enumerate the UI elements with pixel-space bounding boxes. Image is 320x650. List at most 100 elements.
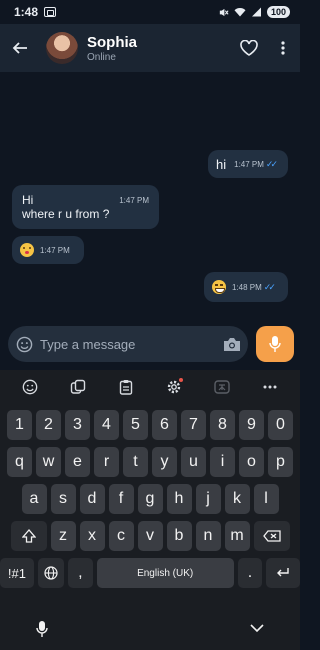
key[interactable]: g xyxy=(137,484,163,514)
microphone-icon xyxy=(36,621,48,637)
enter-key[interactable] xyxy=(266,558,300,588)
smiley-icon xyxy=(22,379,38,395)
emoji-button[interactable] xyxy=(8,336,40,353)
more-horizontal-icon xyxy=(263,385,277,389)
period-key[interactable]: . xyxy=(237,558,263,588)
bottom-key-row: !#1 , English (UK) . xyxy=(0,558,300,588)
key[interactable]: y xyxy=(152,447,177,477)
contact-name: Sophia xyxy=(87,33,138,51)
backspace-icon xyxy=(262,530,281,542)
language-key[interactable] xyxy=(37,558,65,588)
wifi-icon xyxy=(234,8,246,17)
stickers-button[interactable] xyxy=(64,373,92,401)
message-bubble-incoming[interactable]: Hi where r u from ? 1:47 PM xyxy=(12,185,159,229)
keyboard-emoji-button[interactable] xyxy=(16,373,44,401)
key[interactable]: w xyxy=(36,447,61,477)
symbols-key[interactable]: !#1 xyxy=(0,558,34,588)
key[interactable]: 3 xyxy=(65,410,90,440)
status-icons: 100 xyxy=(218,6,290,18)
more-options-button[interactable] xyxy=(266,24,300,72)
more-vertical-icon xyxy=(281,41,285,55)
camera-button[interactable] xyxy=(216,337,248,352)
message-time: 1:48 PM xyxy=(232,282,262,292)
key[interactable]: 5 xyxy=(123,410,148,440)
hide-keyboard-button[interactable] xyxy=(250,620,264,638)
arrow-left-icon xyxy=(12,42,27,54)
key[interactable]: 9 xyxy=(239,410,264,440)
key[interactable]: m xyxy=(224,521,250,551)
voice-record-button[interactable] xyxy=(256,326,294,362)
microphone-icon xyxy=(269,336,281,352)
keyboard-nav xyxy=(0,618,300,642)
message-list[interactable]: hi 1:47 PM ✓✓ Hi where r u from ? 1:47 P… xyxy=(0,72,300,320)
back-button[interactable] xyxy=(0,24,40,72)
keyboard-more-button[interactable] xyxy=(256,373,284,401)
smiley-icon xyxy=(16,336,32,352)
mute-icon xyxy=(219,8,229,16)
avatar[interactable] xyxy=(46,32,78,64)
space-key[interactable]: English (UK) xyxy=(96,558,234,588)
clipboard-button[interactable] xyxy=(112,373,140,401)
key[interactable]: j xyxy=(195,484,221,514)
message-text-line: where r u from ? xyxy=(22,207,110,221)
globe-icon xyxy=(44,566,58,580)
key[interactable]: e xyxy=(65,447,90,477)
key[interactable]: 1 xyxy=(7,410,32,440)
shift-key[interactable] xyxy=(10,521,47,551)
enter-icon xyxy=(277,568,289,577)
key[interactable]: n xyxy=(195,521,221,551)
message-bubble-outgoing[interactable]: hi 1:47 PM ✓✓ xyxy=(208,150,288,178)
message-input[interactable] xyxy=(40,336,216,352)
key[interactable]: 6 xyxy=(152,410,177,440)
chevron-down-icon xyxy=(250,624,264,633)
key[interactable]: 0 xyxy=(268,410,293,440)
message-input-container[interactable] xyxy=(8,326,248,362)
key[interactable]: 8 xyxy=(210,410,235,440)
key[interactable]: i xyxy=(210,447,235,477)
key[interactable]: p xyxy=(268,447,293,477)
battery-indicator: 100 xyxy=(266,6,290,18)
translate-button[interactable] xyxy=(208,373,236,401)
backspace-key[interactable] xyxy=(253,521,290,551)
key[interactable]: l xyxy=(253,484,279,514)
notification-dot xyxy=(179,378,183,382)
double-check-icon: ✓✓ xyxy=(263,281,276,292)
key[interactable]: x xyxy=(79,521,105,551)
clipboard-icon xyxy=(119,380,133,395)
letter-row-1: q w e r t y u i o p xyxy=(0,447,300,477)
key[interactable]: o xyxy=(239,447,264,477)
camera-icon xyxy=(224,337,240,351)
key[interactable]: h xyxy=(166,484,192,514)
key[interactable]: k xyxy=(224,484,250,514)
message-bubble-outgoing[interactable]: 1:48 PM ✓✓ xyxy=(204,272,288,302)
kissing-heart-emoji-icon xyxy=(20,243,34,257)
key[interactable]: d xyxy=(79,484,105,514)
status-time: 1:48 xyxy=(14,5,39,19)
key[interactable]: c xyxy=(108,521,134,551)
key[interactable]: 4 xyxy=(94,410,119,440)
favorite-button[interactable] xyxy=(232,24,266,72)
key[interactable]: 2 xyxy=(36,410,61,440)
sticker-icon xyxy=(70,379,86,394)
key-area: 1 2 3 4 5 6 7 8 9 0 q w e r t y u i o p … xyxy=(0,410,300,595)
status-bar: 1:48 100 xyxy=(0,0,300,24)
translate-icon xyxy=(214,380,230,394)
key[interactable]: q xyxy=(7,447,32,477)
key[interactable]: t xyxy=(123,447,148,477)
key[interactable]: 7 xyxy=(181,410,206,440)
key[interactable]: b xyxy=(166,521,192,551)
key[interactable]: s xyxy=(50,484,76,514)
key[interactable]: f xyxy=(108,484,134,514)
number-row: 1 2 3 4 5 6 7 8 9 0 xyxy=(0,410,300,440)
keyboard-toolbar xyxy=(0,370,300,404)
keyboard-settings-button[interactable] xyxy=(160,373,188,401)
message-bubble-incoming[interactable]: 1:47 PM xyxy=(12,236,84,264)
key[interactable]: u xyxy=(181,447,206,477)
comma-key[interactable]: , xyxy=(68,558,93,588)
key[interactable]: z xyxy=(50,521,76,551)
key[interactable]: a xyxy=(21,484,47,514)
key[interactable]: v xyxy=(137,521,163,551)
key[interactable]: r xyxy=(94,447,119,477)
contact-info[interactable]: Sophia Online xyxy=(87,34,137,63)
voice-input-button[interactable] xyxy=(36,620,48,643)
